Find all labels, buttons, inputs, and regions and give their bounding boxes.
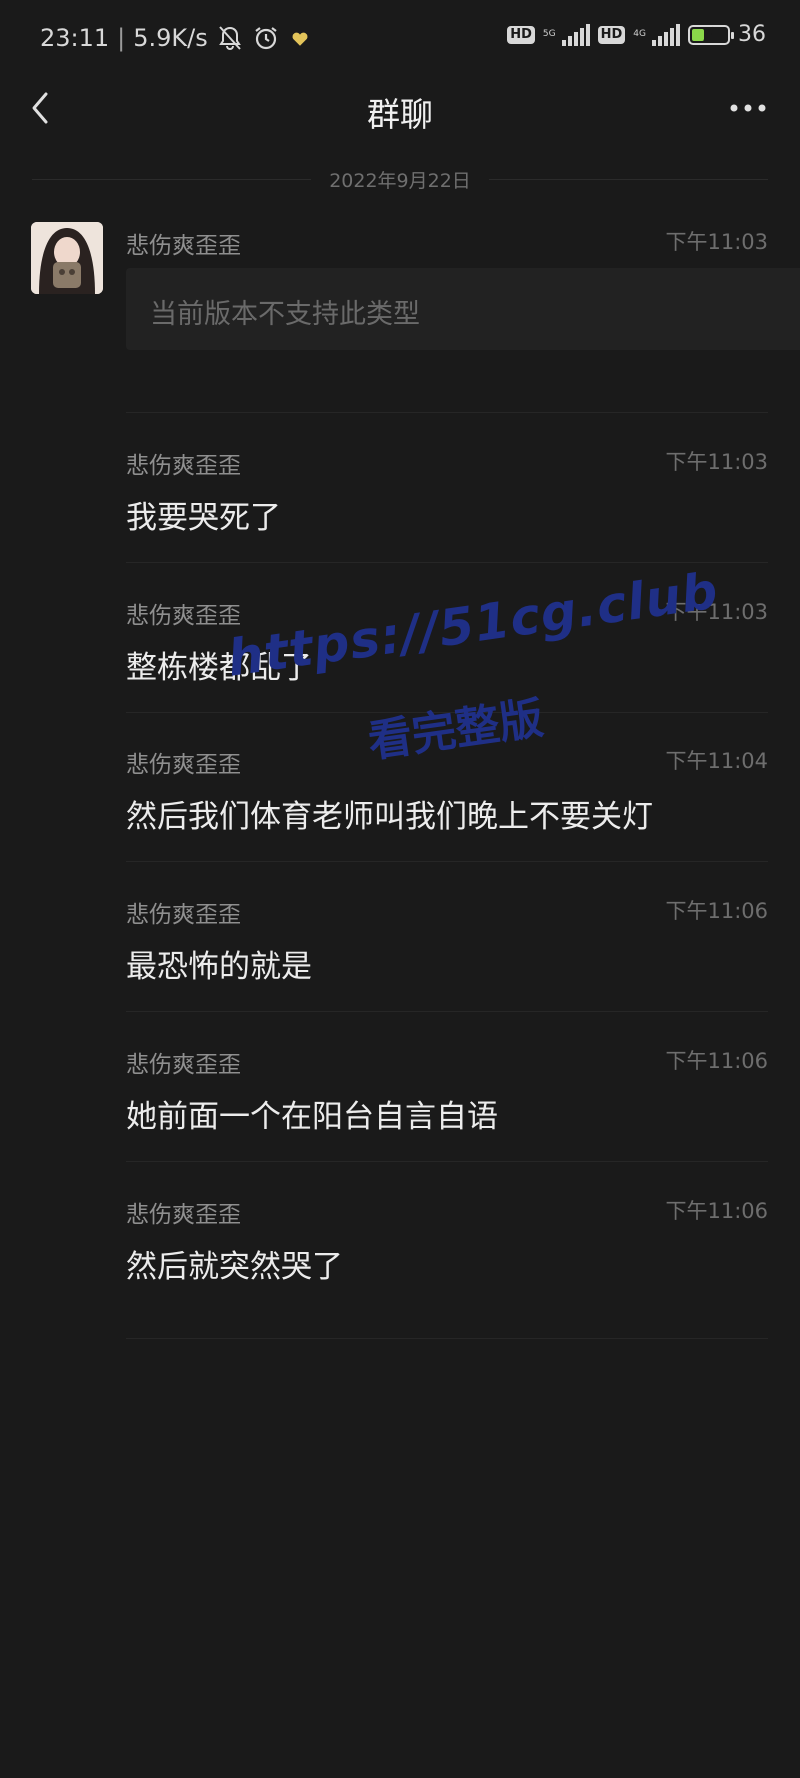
- unsupported-message-bubble[interactable]: 当前版本不支持此类型: [126, 268, 800, 350]
- more-dots-icon: [730, 104, 766, 112]
- avatar-image: [31, 222, 103, 294]
- network-type-2: 4G: [633, 29, 646, 39]
- message-divider: [126, 562, 768, 563]
- signal-bars-icon: [561, 23, 590, 46]
- message-sender: 悲伤爽歪歪: [126, 233, 241, 259]
- message-item[interactable]: 悲伤爽歪歪 下午11:04 然后我们体育老师叫我们晚上不要关灯: [126, 745, 768, 845]
- date-divider: 2022年9月22日: [32, 162, 768, 196]
- message-item: 悲伤爽歪歪 下午11:03: [126, 226, 768, 266]
- message-sender: 悲伤爽歪歪: [126, 752, 241, 778]
- message-item[interactable]: 悲伤爽歪歪 下午11:03 整栋楼都乱了: [126, 596, 768, 696]
- network-type-1: 5G: [542, 29, 556, 39]
- battery-percent: 36: [738, 22, 766, 47]
- message-divider: [126, 861, 768, 862]
- divider-line: [32, 178, 312, 180]
- message-time: 下午11:03: [665, 450, 768, 474]
- date-label: 2022年9月22日: [329, 169, 471, 192]
- bell-muted-icon: [218, 26, 241, 50]
- battery-icon: ⚡: [688, 23, 734, 45]
- message-divider: [126, 712, 768, 713]
- message-text: 我要哭死了: [126, 500, 281, 536]
- avatar[interactable]: [31, 222, 103, 294]
- page-title: 群聊: [367, 95, 433, 134]
- message-time: 下午11:06: [665, 1199, 768, 1223]
- message-time: 下午11:04: [665, 749, 768, 773]
- signal-bars-icon: [652, 23, 680, 46]
- status-time: 23:11: [40, 24, 110, 52]
- network-speed: 5.9K/s: [133, 24, 208, 52]
- status-separator: |: [117, 24, 126, 52]
- message-divider: [126, 1338, 768, 1339]
- divider-line: [488, 178, 768, 180]
- message-sender: 悲伤爽歪歪: [126, 902, 241, 928]
- status-bar: 23:11 | 5.9K/s HD 5G HD 4G ⚡ 36: [0, 0, 800, 78]
- message-sender: 悲伤爽歪歪: [126, 1202, 241, 1228]
- message-item[interactable]: 悲伤爽歪歪 下午11:06 然后就突然哭了: [126, 1195, 768, 1295]
- chat-header: 群聊: [0, 78, 800, 140]
- message-time: 下午11:03: [665, 230, 768, 254]
- unsupported-message-text: 当前版本不支持此类型: [150, 299, 420, 330]
- message-time: 下午11:06: [665, 899, 768, 923]
- heart-shield-icon: [292, 32, 308, 46]
- message-item[interactable]: 悲伤爽歪歪 下午11:06 最恐怖的就是: [126, 895, 768, 995]
- more-options-button[interactable]: [722, 88, 774, 128]
- message-text: 然后就突然哭了: [126, 1249, 343, 1285]
- message-time: 下午11:06: [665, 1049, 768, 1073]
- hd-badge-2: HD: [597, 25, 626, 44]
- status-left: 23:11 | 5.9K/s: [40, 24, 312, 52]
- message-text: 她前面一个在阳台自言自语: [126, 1099, 498, 1135]
- message-text: 最恐怖的就是: [126, 949, 312, 985]
- message-divider: [126, 1161, 768, 1162]
- message-text: 整栋楼都乱了: [126, 650, 312, 686]
- message-divider: [126, 412, 768, 413]
- message-sender: 悲伤爽歪歪: [126, 1052, 241, 1078]
- alarm-clock-icon: [255, 27, 277, 50]
- message-text: 然后我们体育老师叫我们晚上不要关灯: [126, 799, 653, 835]
- message-divider: [126, 1011, 768, 1012]
- message-sender: 悲伤爽歪歪: [126, 603, 241, 629]
- message-item[interactable]: 悲伤爽歪歪 下午11:03 我要哭死了: [126, 446, 768, 546]
- hd-badge-1: HD: [507, 25, 535, 44]
- message-item[interactable]: 悲伤爽歪歪 下午11:06 她前面一个在阳台自言自语: [126, 1045, 768, 1145]
- charging-bolt-icon: ⚡: [702, 23, 715, 45]
- status-right: HD 5G HD 4G ⚡ 36: [507, 22, 766, 47]
- message-time: 下午11:03: [665, 600, 768, 624]
- message-sender: 悲伤爽歪歪: [126, 453, 241, 479]
